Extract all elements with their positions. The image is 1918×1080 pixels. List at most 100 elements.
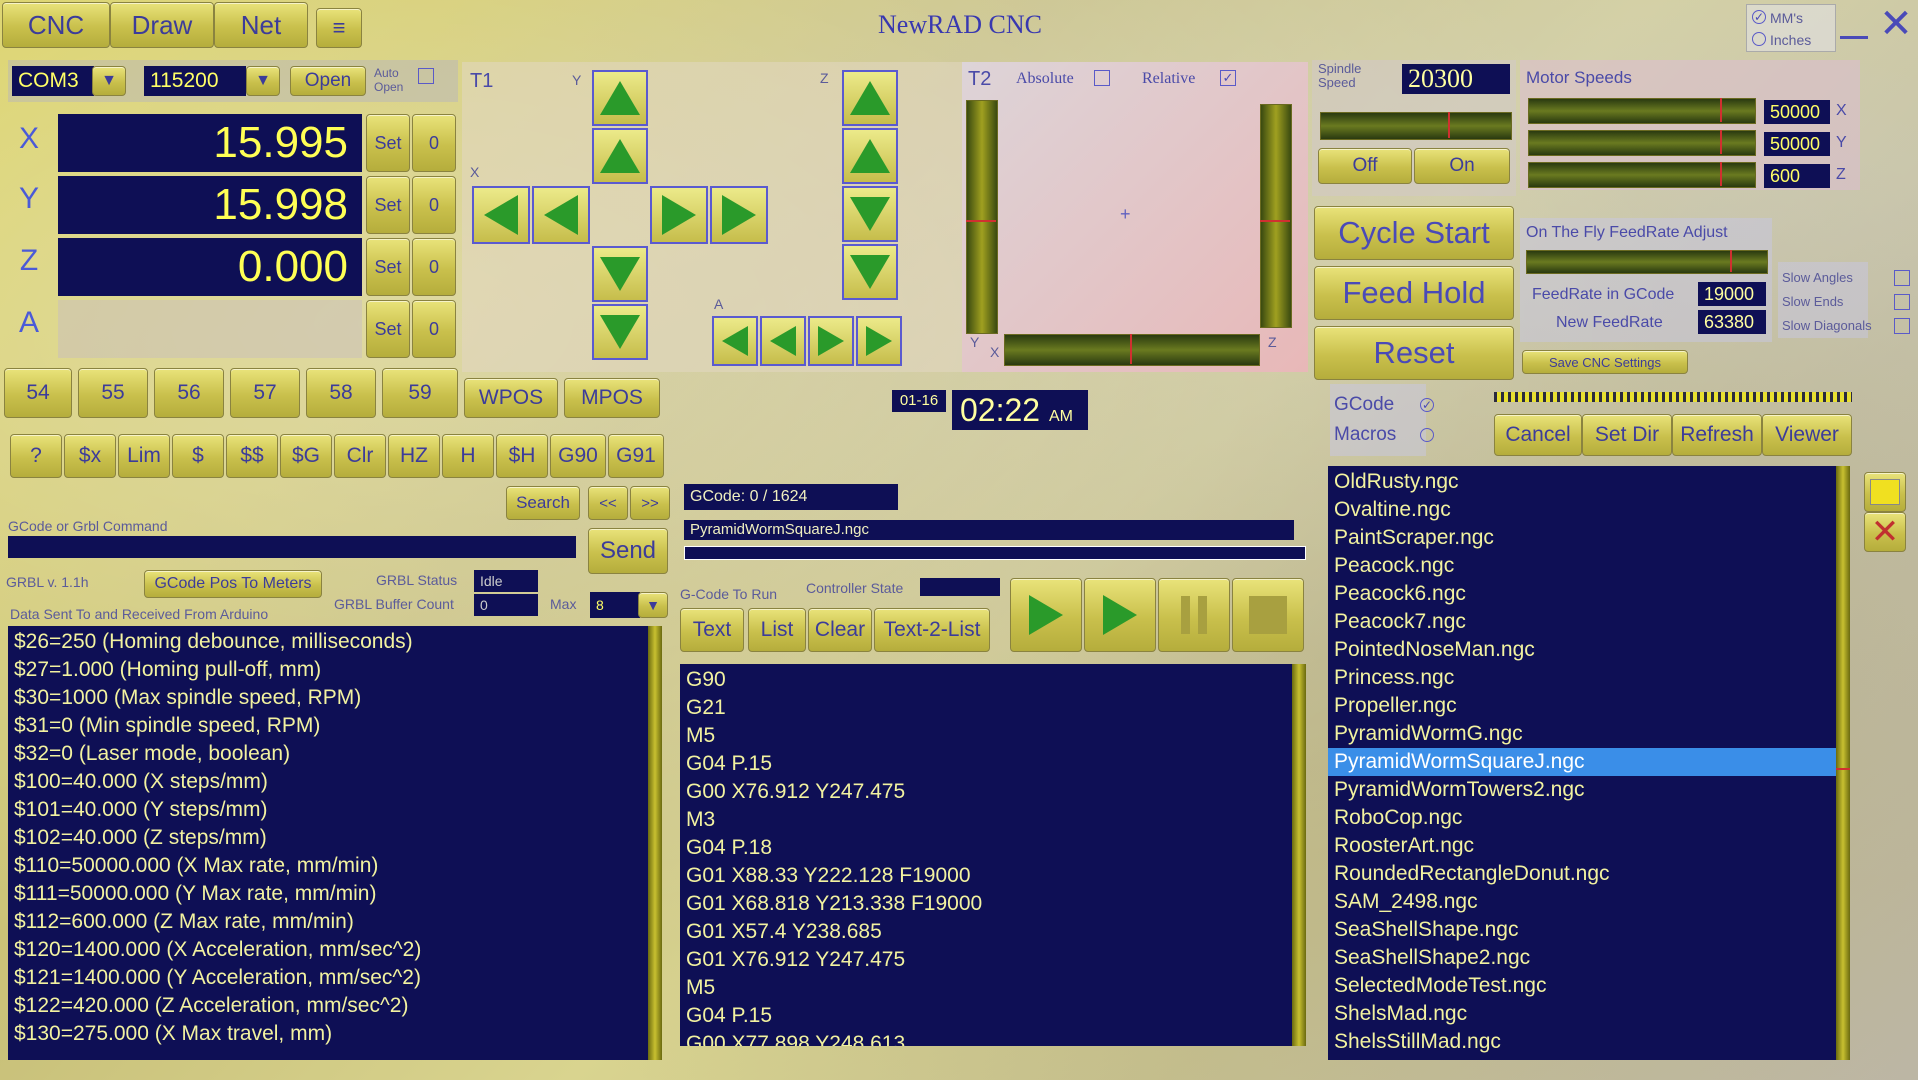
file-item[interactable]: ShelsStillMad.ngc bbox=[1328, 1028, 1836, 1056]
slow-angles-checkbox[interactable] bbox=[1894, 270, 1910, 286]
cmd-limits-button[interactable]: Lim bbox=[118, 434, 170, 478]
menu-icon[interactable]: ≡ bbox=[316, 8, 362, 48]
set-dir-button[interactable]: Set Dir bbox=[1582, 414, 1672, 456]
gcode-command-input[interactable] bbox=[8, 536, 576, 558]
stop-button[interactable] bbox=[1232, 578, 1304, 652]
spindle-speed-slider[interactable] bbox=[1320, 112, 1512, 140]
cmd-h-button[interactable]: H bbox=[442, 434, 494, 478]
jog-a-plus-small-button[interactable] bbox=[808, 316, 854, 366]
file-item[interactable]: OldRusty.ngc bbox=[1328, 468, 1836, 496]
jog-z-minus-large-button[interactable] bbox=[842, 244, 898, 300]
zero-y-button[interactable]: 0 bbox=[412, 176, 456, 234]
clear-button[interactable]: Clear bbox=[808, 608, 872, 652]
slow-ends-checkbox[interactable] bbox=[1894, 294, 1910, 310]
play-button[interactable] bbox=[1010, 578, 1082, 652]
inches-radio[interactable] bbox=[1752, 32, 1766, 46]
file-item[interactable]: Princess.ngc bbox=[1328, 664, 1836, 692]
set-z-button[interactable]: Set bbox=[366, 238, 410, 296]
max-dropdown-icon[interactable]: ▼ bbox=[638, 592, 668, 618]
grbl-data-list[interactable]: $26=250 (Homing debounce, milliseconds) … bbox=[8, 626, 654, 1060]
mpos-button[interactable]: MPOS bbox=[564, 378, 660, 418]
pause-button[interactable] bbox=[1158, 578, 1230, 652]
new-feedrate-value[interactable]: 63380 bbox=[1698, 310, 1766, 334]
file-item[interactable]: ShelsMad.ngc bbox=[1328, 1000, 1836, 1028]
tab-cnc[interactable]: CNC bbox=[2, 2, 110, 48]
file-item[interactable]: PaintScraper.ngc bbox=[1328, 524, 1836, 552]
zero-z-button[interactable]: 0 bbox=[412, 238, 456, 296]
wcs-54-button[interactable]: 54 bbox=[4, 368, 72, 418]
t2-y-slider[interactable] bbox=[966, 100, 998, 334]
jog-a-minus-large-button[interactable] bbox=[712, 316, 758, 366]
jog-x-minus-small-button[interactable] bbox=[532, 186, 590, 244]
tab-draw[interactable]: Draw bbox=[110, 2, 214, 48]
t2-absolute-checkbox[interactable] bbox=[1094, 70, 1110, 86]
prev-button[interactable]: << bbox=[588, 486, 628, 520]
slow-diagonals-checkbox[interactable] bbox=[1894, 318, 1910, 334]
macros-radio[interactable] bbox=[1420, 428, 1434, 442]
motor-x-value[interactable]: 50000 bbox=[1764, 100, 1830, 124]
file-list[interactable]: OldRusty.ngc Ovaltine.ngc PaintScraper.n… bbox=[1328, 466, 1836, 1060]
file-item[interactable]: Peacock6.ngc bbox=[1328, 580, 1836, 608]
cancel-button[interactable]: Cancel bbox=[1494, 414, 1582, 456]
search-button[interactable]: Search bbox=[506, 486, 580, 520]
jog-y-minus-small-button[interactable] bbox=[592, 246, 648, 302]
jog-z-plus-large-button[interactable] bbox=[842, 70, 898, 126]
file-item[interactable]: SeaShellShape2.ngc bbox=[1328, 944, 1836, 972]
cycle-start-button[interactable]: Cycle Start bbox=[1314, 206, 1514, 260]
text-2-list-button[interactable]: Text-2-List bbox=[874, 608, 990, 652]
file-item[interactable]: Ovaltine.ngc bbox=[1328, 496, 1836, 524]
file-item[interactable]: PyramidWormTowers2.ngc bbox=[1328, 776, 1836, 804]
viewer-button[interactable]: Viewer bbox=[1762, 414, 1852, 456]
baud-dropdown-icon[interactable]: ▼ bbox=[246, 66, 280, 96]
max-value-select[interactable]: 8 bbox=[590, 592, 640, 618]
set-y-button[interactable]: Set bbox=[366, 176, 410, 234]
gcode-list-scrollbar[interactable] bbox=[1292, 664, 1306, 1046]
motor-z-value[interactable]: 600 bbox=[1764, 164, 1830, 188]
auto-open-checkbox[interactable] bbox=[418, 68, 434, 84]
save-cnc-settings-button[interactable]: Save CNC Settings bbox=[1522, 350, 1688, 374]
file-item[interactable]: RoosterArt.ngc bbox=[1328, 832, 1836, 860]
cmd-hz-button[interactable]: HZ bbox=[388, 434, 440, 478]
set-x-button[interactable]: Set bbox=[366, 114, 410, 172]
file-item[interactable]: SAM_2498.ngc bbox=[1328, 888, 1836, 916]
grbl-data-scrollbar[interactable] bbox=[648, 626, 662, 1060]
wcs-58-button[interactable]: 58 bbox=[306, 368, 376, 418]
jog-x-plus-large-button[interactable] bbox=[710, 186, 768, 244]
jog-x-plus-small-button[interactable] bbox=[650, 186, 708, 244]
gcode-radio[interactable]: ✓ bbox=[1420, 398, 1434, 412]
wcs-57-button[interactable]: 57 bbox=[230, 368, 300, 418]
t2-z-slider[interactable] bbox=[1260, 104, 1292, 328]
spindle-speed-value[interactable]: 20300 bbox=[1402, 64, 1510, 94]
zero-x-button[interactable]: 0 bbox=[412, 114, 456, 172]
set-a-button[interactable]: Set bbox=[366, 300, 410, 358]
jog-y-plus-large-button[interactable] bbox=[592, 70, 648, 126]
cmd-g91-button[interactable]: G91 bbox=[608, 434, 664, 478]
list-view-button[interactable]: List bbox=[748, 608, 806, 652]
baud-rate-select[interactable]: 115200 bbox=[144, 66, 246, 96]
file-item[interactable]: RoboCop.ngc bbox=[1328, 804, 1836, 832]
t2-x-slider[interactable] bbox=[1004, 334, 1260, 366]
open-button[interactable]: Open bbox=[290, 66, 366, 96]
tab-net[interactable]: Net bbox=[214, 2, 308, 48]
close-icon[interactable]: ✕ bbox=[1876, 4, 1916, 44]
reset-button[interactable]: Reset bbox=[1314, 326, 1514, 380]
next-button[interactable]: >> bbox=[630, 486, 670, 520]
jog-z-minus-small-button[interactable] bbox=[842, 186, 898, 242]
cmd-unlock-button[interactable]: $x bbox=[64, 434, 116, 478]
spindle-on-button[interactable]: On bbox=[1414, 148, 1510, 184]
gcode-pos-to-meters-button[interactable]: GCode Pos To Meters bbox=[144, 570, 322, 598]
feed-hold-button[interactable]: Feed Hold bbox=[1314, 266, 1514, 320]
file-item[interactable]: Peacock.ngc bbox=[1328, 552, 1836, 580]
zero-a-button[interactable]: 0 bbox=[412, 300, 456, 358]
file-item[interactable]: RoundedRectangleDonut.ngc bbox=[1328, 860, 1836, 888]
send-button[interactable]: Send bbox=[588, 528, 668, 574]
file-item[interactable]: SeaShellShape.ngc bbox=[1328, 916, 1836, 944]
spindle-off-button[interactable]: Off bbox=[1318, 148, 1412, 184]
file-item[interactable]: SelectedModeTest.ngc bbox=[1328, 972, 1836, 1000]
delete-icon[interactable]: ✕ bbox=[1864, 512, 1906, 552]
cmd-help-button[interactable]: $ bbox=[172, 434, 224, 478]
confirm-square-icon[interactable] bbox=[1864, 472, 1906, 512]
mm-radio[interactable]: ✓ bbox=[1752, 10, 1766, 24]
com-port-dropdown-icon[interactable]: ▼ bbox=[92, 66, 126, 96]
wcs-56-button[interactable]: 56 bbox=[154, 368, 224, 418]
